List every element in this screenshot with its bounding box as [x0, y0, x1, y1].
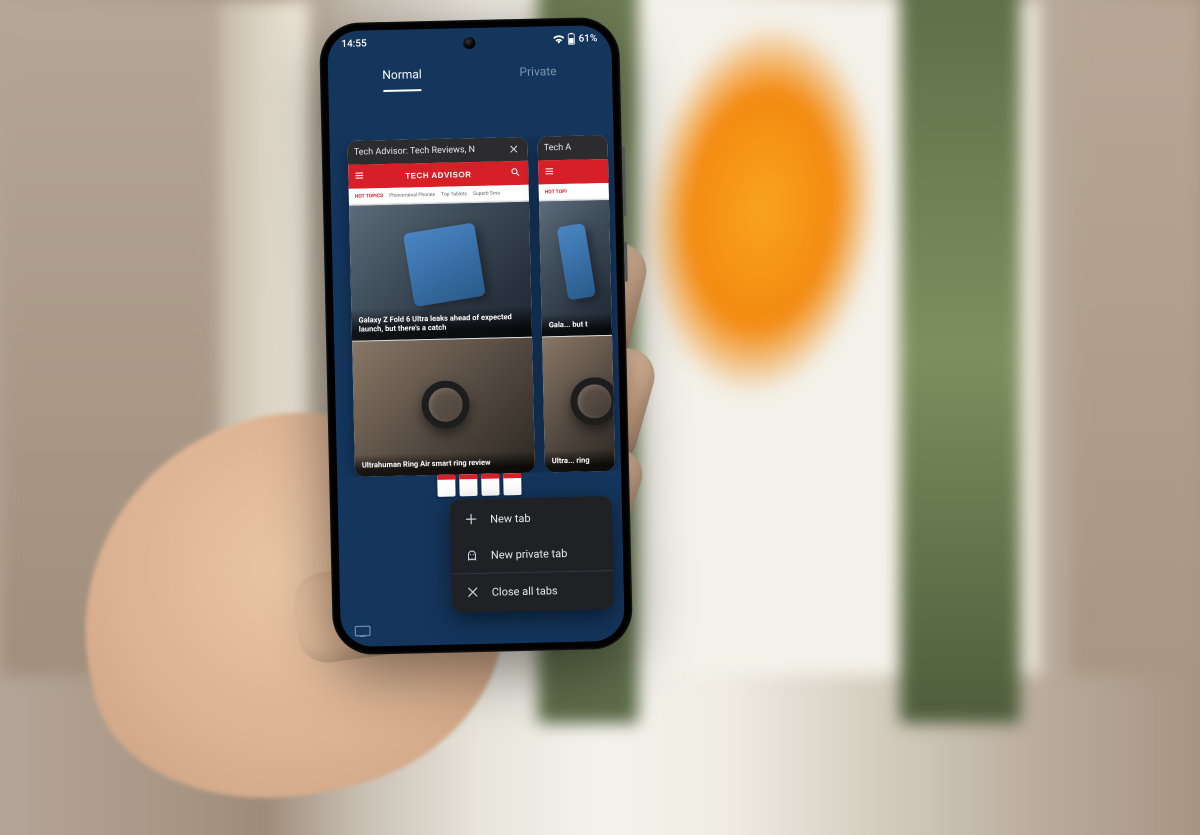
menu-item-label: New private tab [491, 546, 568, 561]
hot-topics-label: HOT TOPICS [355, 193, 384, 200]
tab-card[interactable]: Tech Advisor: Tech Reviews, N TECH ADVIS… [348, 137, 536, 477]
tab-thumbnail[interactable] [459, 474, 477, 496]
ghost-icon [465, 548, 479, 562]
tab-mode-normal[interactable]: Normal [334, 58, 471, 93]
tab-thumbnail[interactable] [503, 473, 521, 495]
menu-new-private-tab[interactable]: New private tab [451, 534, 614, 574]
hot-topic-item: Superb Sma [473, 190, 500, 197]
search-icon [510, 167, 522, 179]
hamburger-icon [354, 170, 366, 182]
site-header [538, 159, 609, 185]
menu-new-tab[interactable]: New tab [450, 498, 613, 538]
battery-percent: 61% [578, 33, 597, 44]
phone-device: 14:55 61% Normal Private [319, 17, 633, 656]
tab-card-header: Tech A [537, 135, 608, 161]
site-logo: TECH ADVISOR [405, 170, 471, 180]
story-card: Galaxy Z Fold 6 Ultra leaks ahead of exp… [349, 201, 532, 341]
tab-thumbnail[interactable] [437, 475, 455, 497]
hot-topic-item: Phenomenal Phones [389, 191, 435, 198]
story-headline: Galaxy Z Fold 6 Ultra leaks ahead of exp… [351, 306, 532, 341]
tab-carousel[interactable]: Tech Advisor: Tech Reviews, N TECH ADVIS… [330, 135, 622, 477]
story-card: Gala... but t [539, 199, 612, 337]
tab-mode-label: Private [519, 64, 556, 79]
hamburger-icon [544, 166, 556, 178]
cast-icon[interactable] [354, 622, 370, 634]
tab-mode-switcher: Normal Private [328, 55, 613, 93]
hot-topic-item: Top Tablets [441, 191, 467, 198]
hot-topics-row: HOT TOPI [539, 183, 609, 201]
story-headline: Gala... but t [542, 313, 612, 337]
menu-item-label: Close all tabs [492, 584, 558, 598]
tab-close-button[interactable] [506, 141, 522, 157]
wifi-icon [553, 34, 564, 43]
tab-thumbnails-strip[interactable] [437, 473, 521, 497]
status-time: 14:55 [341, 38, 367, 50]
menu-close-all-tabs[interactable]: Close all tabs [451, 571, 614, 611]
tab-thumbnail[interactable] [481, 474, 499, 496]
tab-card[interactable]: Tech A HOT TOPI Gala... but t Ultra... r… [537, 135, 615, 473]
menu-item-label: New tab [490, 511, 531, 525]
tab-mode-private[interactable]: Private [470, 55, 607, 90]
tab-card-title: Tech Advisor: Tech Reviews, N [354, 144, 502, 157]
battery-icon [567, 33, 575, 45]
phone-screen: 14:55 61% Normal Private [327, 25, 625, 647]
hot-topics-label: HOT TOPI [545, 188, 567, 194]
story-headline: Ultra... ring [545, 449, 615, 473]
close-icon [466, 585, 480, 599]
tab-options-popup: New tab New private tab Close all tabs [450, 496, 615, 613]
story-card: Ultra... ring [542, 335, 615, 473]
status-bar: 14:55 61% [327, 25, 612, 57]
tab-mode-label: Normal [382, 67, 422, 82]
story-card: Ultrahuman Ring Air smart ring review [352, 337, 535, 477]
plus-icon [464, 512, 478, 526]
tab-card-title: Tech A [544, 142, 602, 153]
